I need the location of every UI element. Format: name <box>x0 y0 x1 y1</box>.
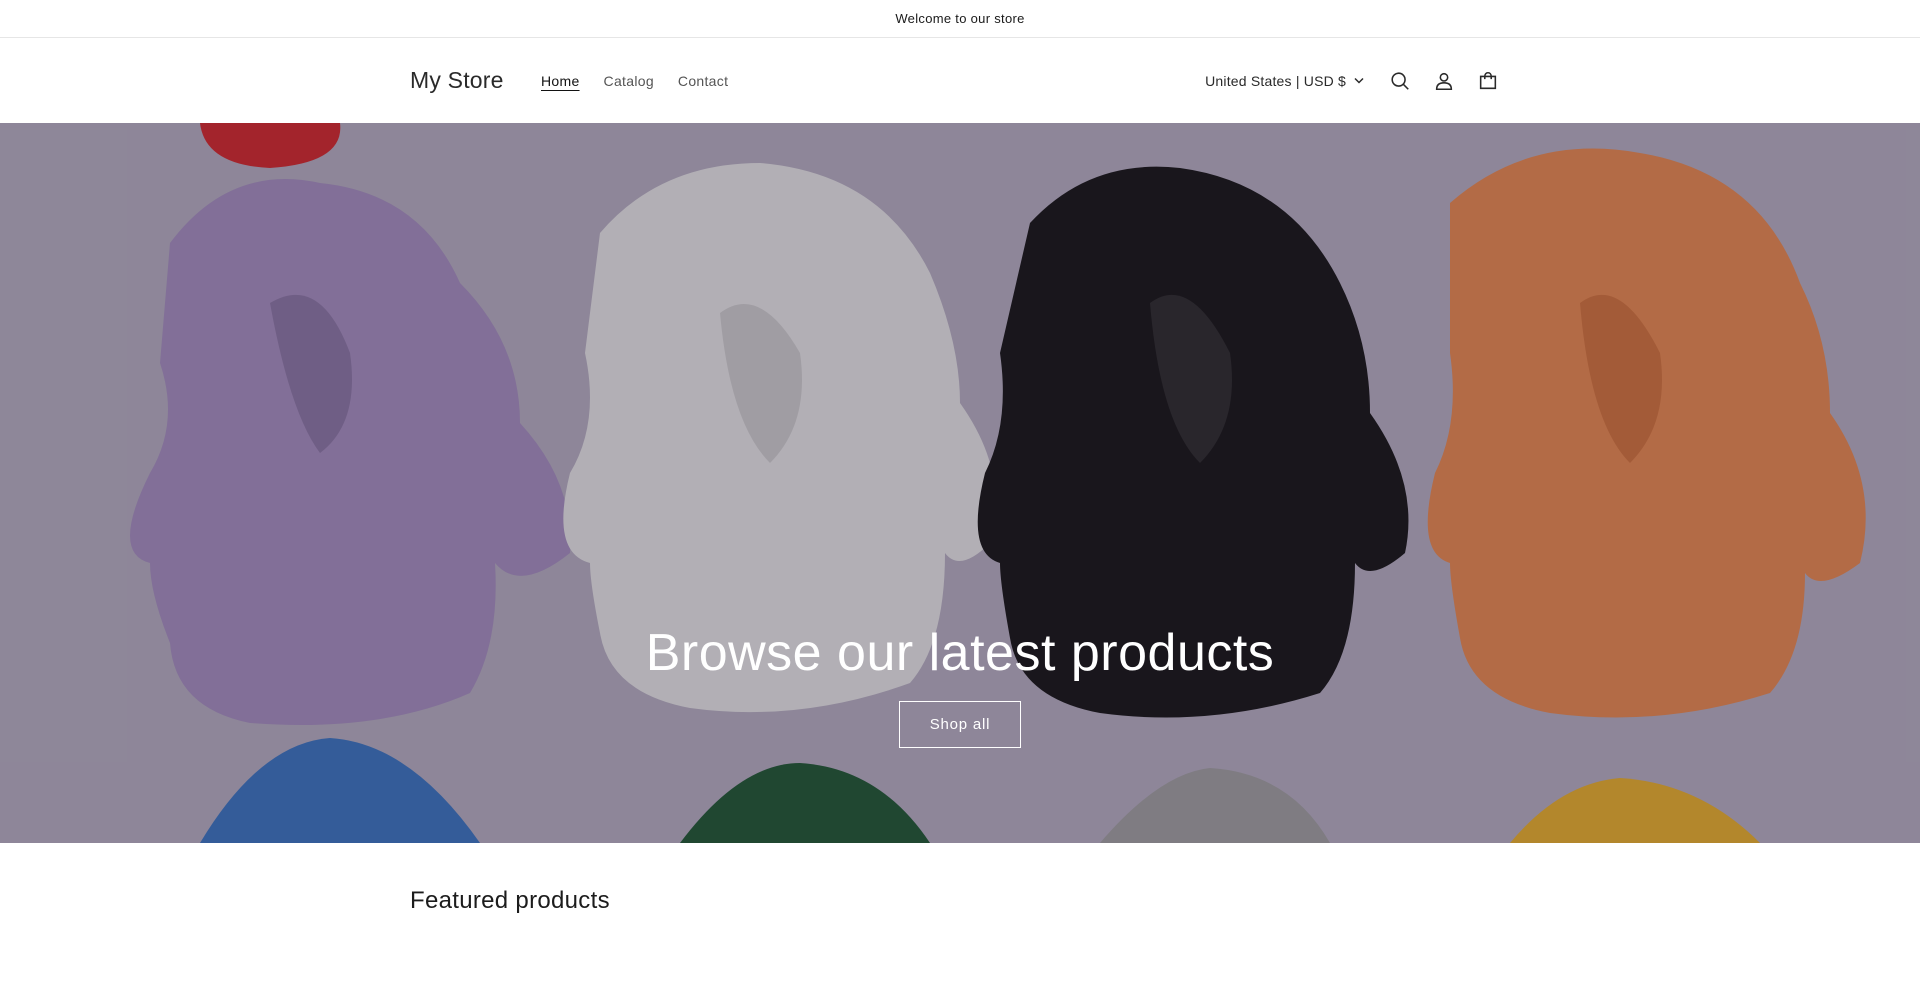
hero-content: Browse our latest products Shop all <box>0 623 1920 748</box>
localization-label: United States | USD $ <box>1205 72 1346 89</box>
nav-catalog[interactable]: Catalog <box>592 67 666 95</box>
main-nav: Home Catalog Contact <box>529 38 740 123</box>
shop-all-button[interactable]: Shop all <box>899 701 1021 748</box>
store-logo[interactable]: My Store <box>410 38 504 123</box>
account-icon[interactable] <box>1422 59 1466 103</box>
country-currency-selector[interactable]: United States | USD $ <box>1197 67 1372 95</box>
site-header: My Store Home Catalog Contact United Sta… <box>0 38 1920 123</box>
hero-title: Browse our latest products <box>645 624 1275 682</box>
featured-products-heading: Featured products <box>410 887 610 914</box>
announcement-bar: Welcome to our store <box>0 0 1920 38</box>
header-actions: United States | USD $ <box>1197 38 1510 123</box>
nav-home[interactable]: Home <box>529 67 592 95</box>
cart-icon[interactable] <box>1466 59 1510 103</box>
chevron-down-icon <box>1354 77 1364 84</box>
nav-contact[interactable]: Contact <box>666 67 740 95</box>
announcement-text: Welcome to our store <box>895 11 1025 26</box>
hero-banner: Browse our latest products Shop all <box>0 123 1920 843</box>
search-icon[interactable] <box>1378 59 1422 103</box>
